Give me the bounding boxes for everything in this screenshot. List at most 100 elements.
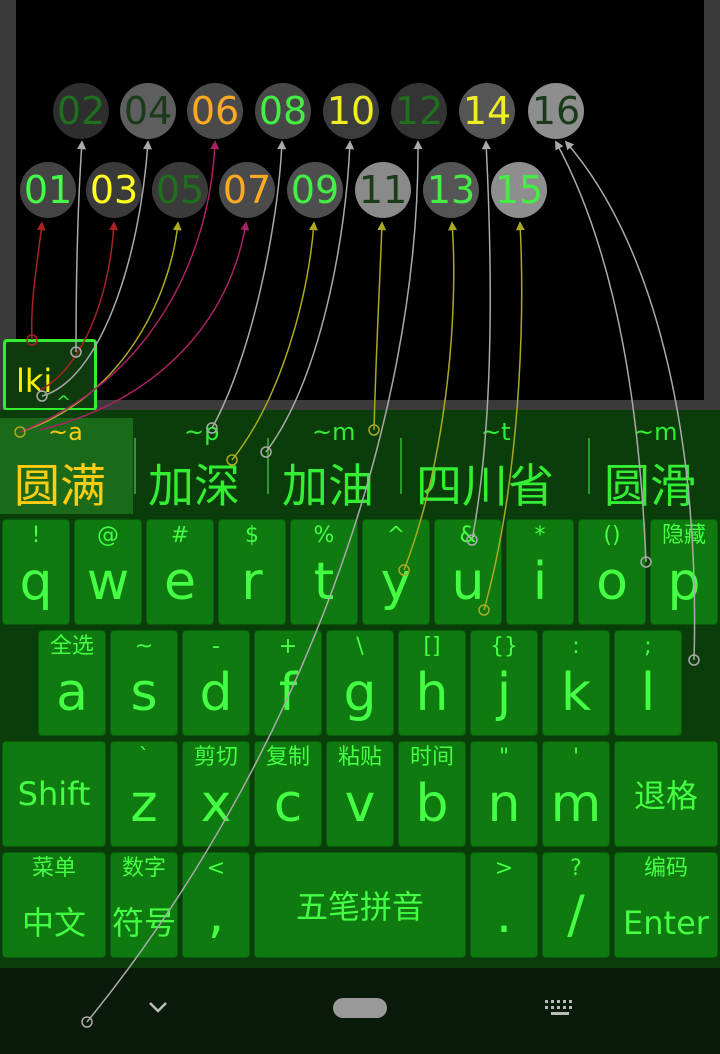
key-p[interactable]: 隐藏 p <box>650 519 718 625</box>
key-t[interactable]: % t <box>290 519 358 625</box>
key-d[interactable]: -d <box>182 630 250 736</box>
key-k-label: k <box>560 663 592 723</box>
key-w-secondary: @ <box>97 523 119 548</box>
home-pill-icon[interactable] <box>333 998 387 1018</box>
key-k-secondary: : <box>572 634 580 659</box>
key-v-secondary: 粘贴 <box>337 745 382 770</box>
numbers-symbols-key-label: 符号 <box>111 904 176 942</box>
key-z-label: z <box>130 774 158 834</box>
numbers-symbols-key[interactable]: 数字 符号 <box>110 852 178 958</box>
key-j[interactable]: {} j <box>470 630 538 736</box>
key-g[interactable]: \ g <box>326 630 394 736</box>
key-y[interactable]: ^ y <box>362 519 430 625</box>
candidate-separator <box>134 438 136 494</box>
key-u[interactable]: & u <box>434 519 502 625</box>
candidate-4[interactable]: 四川省 <box>416 450 554 516</box>
key-f-label: f <box>278 663 298 723</box>
key-l[interactable]: ; l <box>614 630 682 736</box>
enter-key[interactable]: 编码 Enter <box>614 852 718 958</box>
key-i-secondary: * <box>534 523 546 548</box>
candidate-1[interactable]: 圆满 <box>14 450 106 516</box>
key-x[interactable]: 剪切 x <box>182 741 250 847</box>
composition-text: lki <box>16 362 53 400</box>
key-z-secondary: ` <box>138 745 150 770</box>
backspace-key[interactable]: 退格 <box>614 741 718 847</box>
key-g-label: g <box>343 663 377 723</box>
key-o[interactable]: () o <box>578 519 646 625</box>
key-e[interactable]: # e <box>146 519 214 625</box>
period-key[interactable]: >. <box>470 852 538 958</box>
circle-12: 07 <box>219 162 275 218</box>
key-i[interactable]: * i <box>506 519 574 625</box>
key-t-secondary: % <box>313 523 335 548</box>
circle-5: 10 <box>323 83 379 139</box>
key-m[interactable]: ' m <box>542 741 610 847</box>
key-p-label: p <box>667 552 701 612</box>
candidate-hint-1: ~a <box>48 418 83 446</box>
key-k[interactable]: :k <box>542 630 610 736</box>
shift-key[interactable]: Shift <box>2 741 106 847</box>
period-key-label: . <box>495 885 513 945</box>
key-x-label: x <box>200 774 232 834</box>
circle-15: 13 <box>423 162 479 218</box>
key-b[interactable]: 时间 b <box>398 741 466 847</box>
key-r-label: r <box>241 552 263 612</box>
space-key[interactable]: 五笔拼音 <box>254 852 466 958</box>
key-h-label: h <box>415 663 449 723</box>
key-c-secondary: 复制 <box>265 745 310 770</box>
circle-13: 09 <box>287 162 343 218</box>
candidate-5[interactable]: 圆滑 <box>604 450 696 516</box>
key-s[interactable]: ~ s <box>110 630 178 736</box>
space-key-label: 五笔拼音 <box>295 888 424 926</box>
key-c-label: c <box>273 774 303 834</box>
navigation-bar <box>0 968 720 1054</box>
key-j-secondary: {} <box>490 634 518 659</box>
key-i-label: i <box>532 552 548 612</box>
shift-key-label: Shift <box>17 775 91 813</box>
key-z[interactable]: ` z <box>110 741 178 847</box>
key-o-secondary: () <box>603 523 621 548</box>
candidate-separator <box>400 438 402 494</box>
key-h-secondary: [] <box>423 634 441 659</box>
key-p-secondary: 隐藏 <box>661 523 706 548</box>
key-b-label: b <box>415 774 449 834</box>
key-f[interactable]: + f <box>254 630 322 736</box>
circle-6: 12 <box>391 83 447 139</box>
comma-key[interactable]: <, <box>182 852 250 958</box>
key-d-secondary: - <box>212 634 220 659</box>
chevron-down-icon[interactable] <box>149 1002 167 1013</box>
key-j-label: j <box>496 663 512 723</box>
key-l-secondary: ; <box>644 634 652 659</box>
menu-chinese-key[interactable]: 菜单 中文 <box>2 852 106 958</box>
candidate-hint-2: ~p <box>184 418 220 446</box>
key-a-label: a <box>56 663 88 723</box>
enter-key-secondary: 编码 <box>643 856 688 881</box>
circle-1: 02 <box>53 83 109 139</box>
circle-8: 16 <box>528 83 584 139</box>
key-c[interactable]: 复制 c <box>254 741 322 847</box>
candidate-3[interactable]: 加油 <box>282 450 374 516</box>
candidate-2[interactable]: 加深 <box>148 450 240 516</box>
key-f-secondary: + <box>278 634 298 659</box>
keyboard-icon[interactable] <box>545 1000 572 1015</box>
key-y-secondary: ^ <box>386 523 406 548</box>
key-x-secondary: 剪切 <box>193 745 238 770</box>
key-u-secondary: & <box>459 523 477 548</box>
composition-box: lki ^ <box>3 339 97 413</box>
candidate-separator <box>588 438 590 494</box>
slash-key[interactable]: ? / <box>542 852 610 958</box>
circle-10: 03 <box>86 162 142 218</box>
slash-key-label: / <box>567 885 585 945</box>
key-a[interactable]: 全选 a <box>38 630 106 736</box>
key-w[interactable]: @ w <box>74 519 142 625</box>
key-m-label: m <box>550 774 602 834</box>
comma-key-label: , <box>207 885 225 945</box>
key-n[interactable]: " n <box>470 741 538 847</box>
key-e-secondary: # <box>170 523 190 548</box>
key-r[interactable]: $ r <box>218 519 286 625</box>
key-h[interactable]: [] h <box>398 630 466 736</box>
circle-2: 04 <box>120 83 176 139</box>
key-l-label: l <box>640 663 656 723</box>
key-v[interactable]: 粘贴 v <box>326 741 394 847</box>
key-q[interactable]: ! q <box>2 519 70 625</box>
